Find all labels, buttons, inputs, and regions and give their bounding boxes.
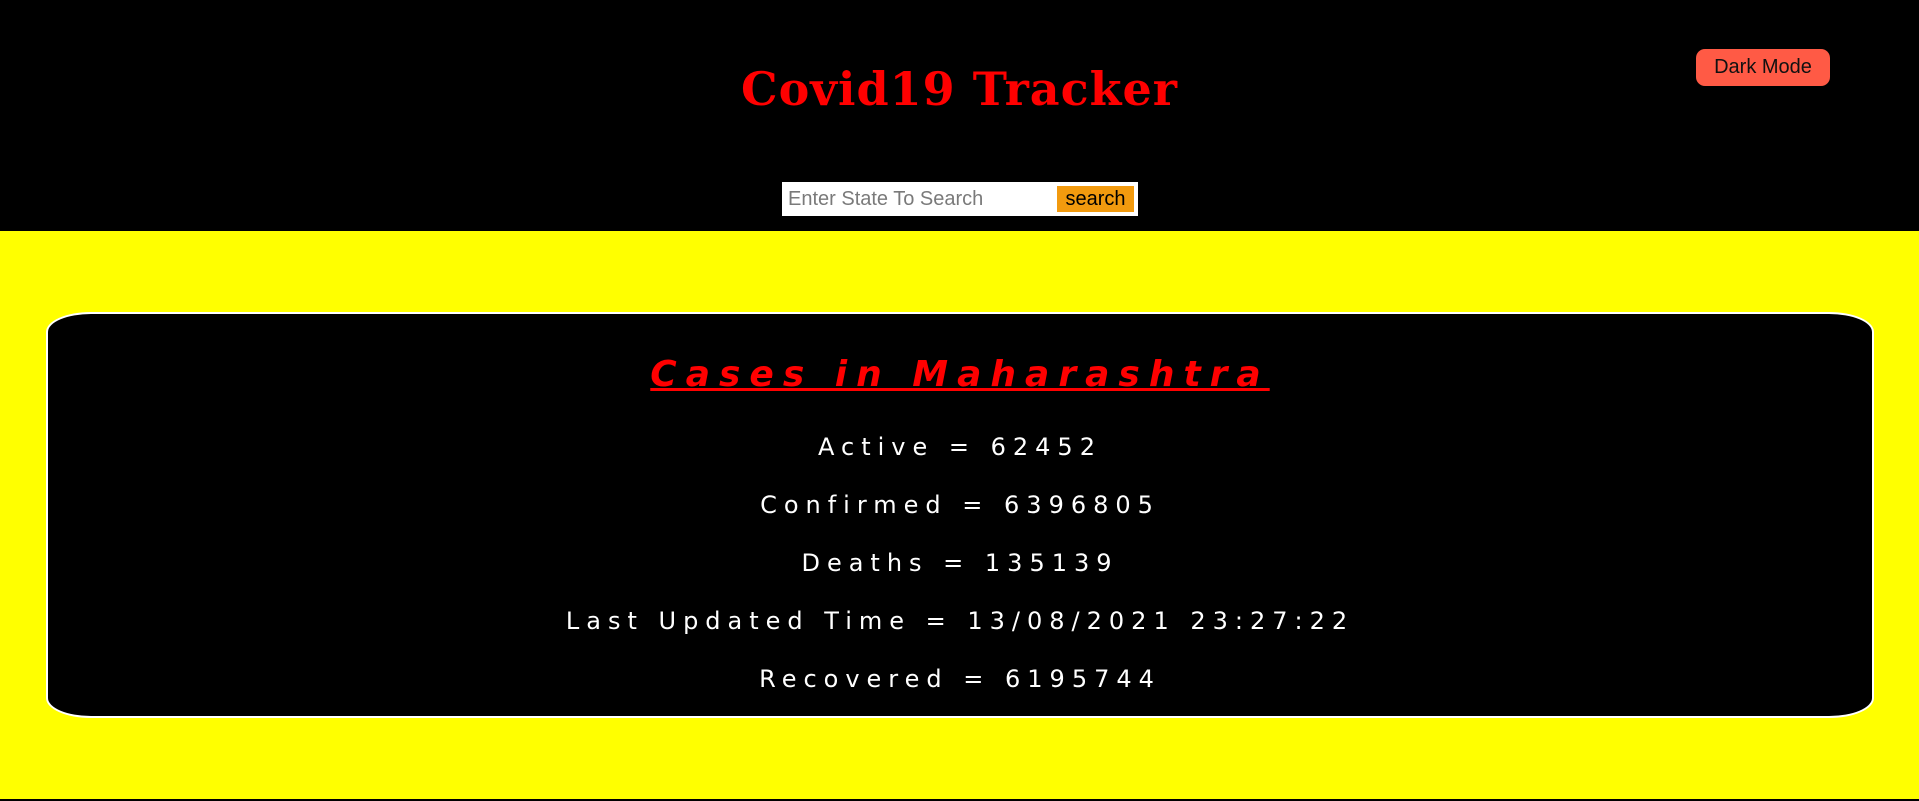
dark-mode-button[interactable]: Dark Mode bbox=[1696, 49, 1830, 86]
deaths-stat: Deaths = 135139 bbox=[801, 549, 1119, 577]
search-button[interactable]: search bbox=[1057, 186, 1134, 212]
cases-heading: Cases in Maharashtra bbox=[650, 354, 1270, 395]
app-title: Covid19 Tracker bbox=[741, 62, 1178, 116]
confirmed-stat: Confirmed = 6396805 bbox=[760, 491, 1160, 519]
active-stat: Active = 62452 bbox=[818, 433, 1102, 461]
header: Covid19 Tracker Dark Mode search bbox=[0, 0, 1919, 231]
cases-card: Cases in Maharashtra Active = 62452 Conf… bbox=[46, 312, 1874, 718]
search-form: search bbox=[782, 182, 1138, 216]
state-search-input[interactable] bbox=[784, 185, 1057, 213]
recovered-stat: Recovered = 6195744 bbox=[759, 665, 1161, 693]
last-updated-stat: Last Updated Time = 13/08/2021 23:27:22 bbox=[565, 607, 1355, 635]
